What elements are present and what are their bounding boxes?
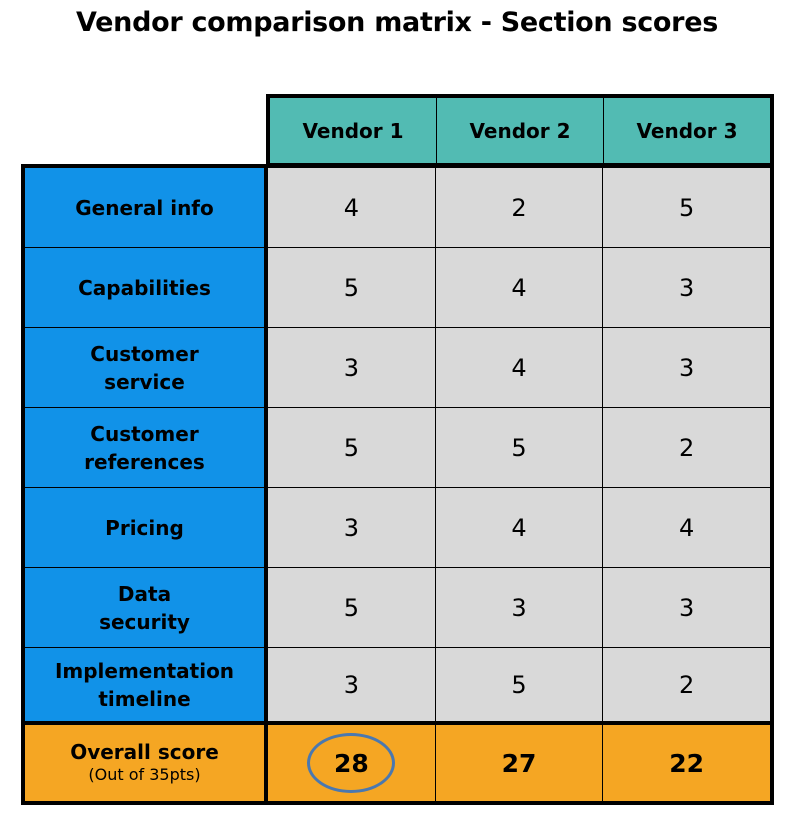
section-label: Capabilities xyxy=(25,248,268,327)
vendor-header: Vendor 2 xyxy=(437,98,604,163)
score-matrix: General info 4 2 5 Capabilities 5 4 3 Cu… xyxy=(21,164,774,805)
score-cell: 3 xyxy=(603,328,771,407)
vendor-header: Vendor 3 xyxy=(636,118,738,143)
vendor-header: Vendor 1 xyxy=(270,98,437,163)
score-cell: 3 xyxy=(268,488,436,567)
section-label: Customer service xyxy=(25,328,268,407)
page-title: Vendor comparison matrix - Section score… xyxy=(76,7,718,38)
score-cell: 4 xyxy=(435,328,604,407)
score-cell: 4 xyxy=(268,168,436,247)
score-cell: 4 xyxy=(603,488,771,567)
section-label: Data security xyxy=(25,568,268,647)
section-label: Pricing xyxy=(25,488,268,567)
vendor-header-row: Vendor 1 Vendor 2 Vendor 3 xyxy=(266,94,774,166)
score-cell: 5 xyxy=(603,168,771,247)
table-row: Customer references 5 5 2 xyxy=(25,408,771,488)
table-row: Capabilities 5 4 3 xyxy=(25,248,771,328)
score-cell: 3 xyxy=(435,568,604,647)
overall-score-cell: 22 xyxy=(603,725,771,801)
table-row: General info 4 2 5 xyxy=(25,168,771,248)
score-cell: 3 xyxy=(603,248,771,327)
score-cell: 5 xyxy=(435,408,604,487)
overall-label-cell: Overall score (Out of 35pts) xyxy=(25,725,268,801)
score-cell: 5 xyxy=(268,568,436,647)
overall-score-row: Overall score (Out of 35pts) 28 27 22 xyxy=(25,725,771,801)
section-label: Customer references xyxy=(25,408,268,487)
overall-sublabel: (Out of 35pts) xyxy=(88,765,201,784)
score-cell: 5 xyxy=(268,408,436,487)
score-cell: 2 xyxy=(603,648,771,721)
overall-label: Overall score xyxy=(70,740,219,764)
score-cell: 5 xyxy=(268,248,436,327)
table-row: Data security 5 3 3 xyxy=(25,568,771,648)
overall-score-cell: 28 xyxy=(268,725,436,801)
score-cell: 3 xyxy=(603,568,771,647)
overall-score: 27 xyxy=(501,748,537,778)
table-row: Pricing 3 4 4 xyxy=(25,488,771,568)
score-cell: 2 xyxy=(603,408,771,487)
score-cell: 3 xyxy=(268,328,436,407)
table-row: Implementation timeline 3 5 2 xyxy=(25,648,771,725)
section-label: Implementation timeline xyxy=(25,648,268,721)
score-cell: 2 xyxy=(435,168,604,247)
section-label: General info xyxy=(25,168,268,247)
overall-score: 22 xyxy=(669,748,705,778)
score-cell: 3 xyxy=(268,648,436,721)
overall-score-cell: 27 xyxy=(435,725,604,801)
score-cell: 5 xyxy=(435,648,604,721)
table-row: Customer service 3 4 3 xyxy=(25,328,771,408)
score-cell: 4 xyxy=(435,488,604,567)
score-cell: 4 xyxy=(435,248,604,327)
highlight-circle xyxy=(307,733,396,793)
